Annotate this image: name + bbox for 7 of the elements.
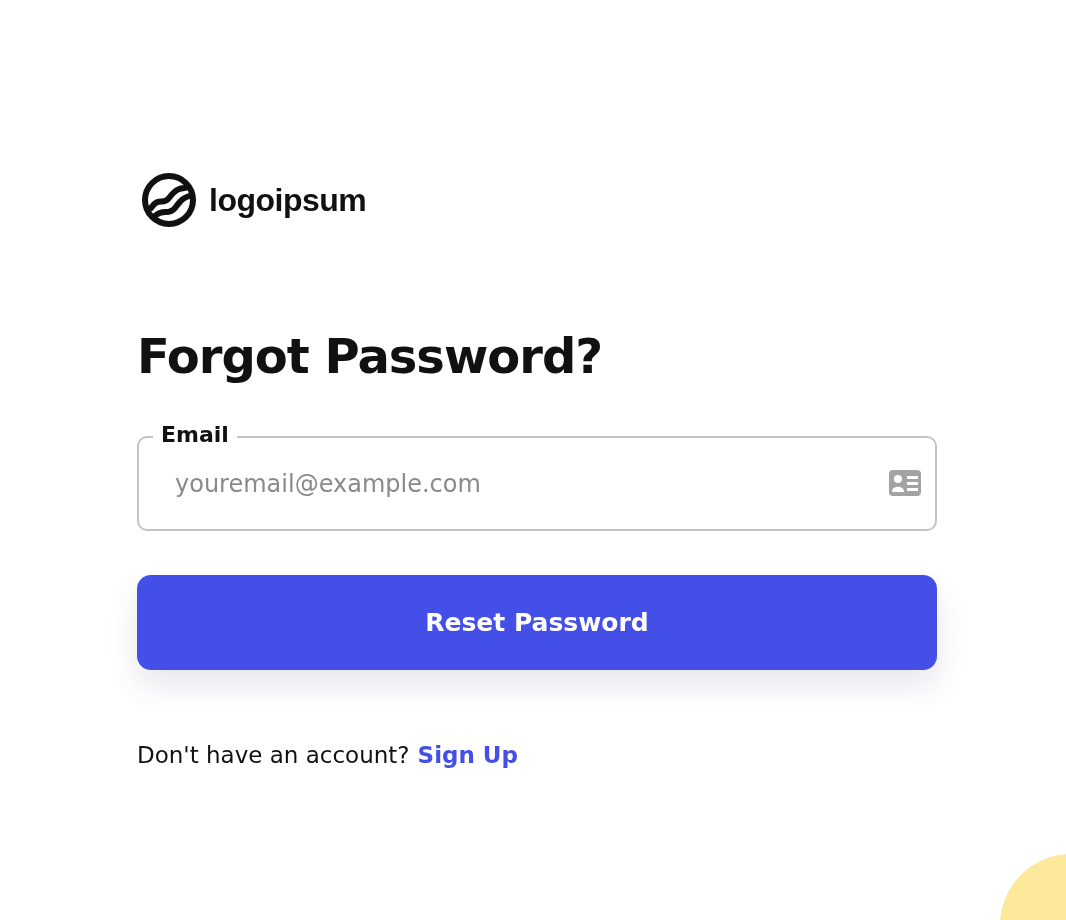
sign-up-link[interactable]: Sign Up (417, 742, 518, 768)
signup-prompt: Don't have an account? (137, 742, 410, 768)
logo-icon (141, 172, 197, 228)
logo-text: logoipsum (209, 181, 367, 219)
page-heading: Forgot Password? (137, 327, 604, 386)
contact-card-icon (889, 470, 921, 496)
reset-password-button[interactable]: Reset Password (137, 575, 937, 670)
